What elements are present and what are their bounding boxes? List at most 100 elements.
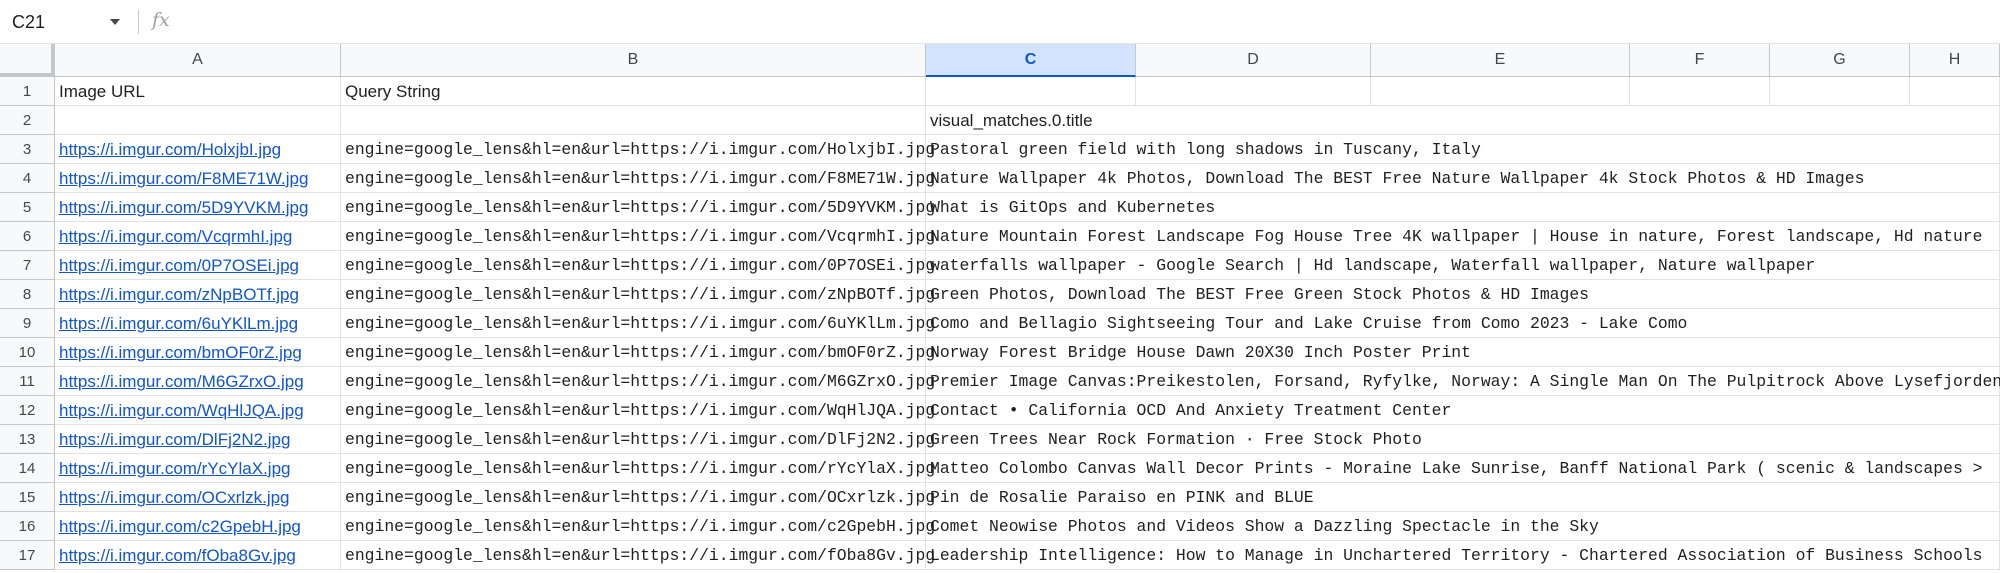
overflow-text-region: Pastoral green field with long shadows i… bbox=[926, 135, 2000, 164]
row-header[interactable]: 6 bbox=[0, 222, 55, 251]
visual-match-title: Comet Neowise Photos and Videos Show a D… bbox=[930, 517, 1599, 536]
image-url-link[interactable]: https://i.imgur.com/fOba8Gv.jpg bbox=[59, 541, 296, 570]
query-string-value: engine=google_lens&hl=en&url=https://i.i… bbox=[345, 256, 936, 275]
cell-b2[interactable] bbox=[341, 106, 926, 135]
row-header[interactable]: 7 bbox=[0, 251, 55, 280]
row-header[interactable]: 12 bbox=[0, 396, 55, 425]
image-url-link[interactable]: https://i.imgur.com/WqHlJQA.jpg bbox=[59, 396, 304, 425]
select-all-corner[interactable] bbox=[0, 44, 55, 77]
image-url-link[interactable]: https://i.imgur.com/VcqrmhI.jpg bbox=[59, 222, 292, 251]
visual-match-title: Pastoral green field with long shadows i… bbox=[930, 140, 1481, 159]
overflow-text-region: Norway Forest Bridge House Dawn 20X30 In… bbox=[926, 338, 2000, 367]
table-row: 5 https://i.imgur.com/5D9YVKM.jpg engine=g… bbox=[0, 193, 2000, 222]
table-row: 1 Image URL Query String bbox=[0, 77, 2000, 106]
cell-g1[interactable] bbox=[1770, 77, 1910, 106]
visual-match-title: Premier Image Canvas:Preikestolen, Forsa… bbox=[930, 372, 2000, 391]
query-string-value: engine=google_lens&hl=en&url=https://i.i… bbox=[345, 140, 936, 159]
fx-icon: fx bbox=[152, 9, 170, 31]
overflow-text-region: Pin de Rosalie Paraiso en PINK and BLUE bbox=[926, 483, 2000, 512]
visual-match-title: Matteo Colombo Canvas Wall Decor Prints … bbox=[930, 459, 1983, 478]
image-url-link[interactable]: https://i.imgur.com/DlFj2N2.jpg bbox=[59, 425, 290, 454]
column-header-g[interactable]: G bbox=[1770, 44, 1910, 77]
overflow-text-region: Nature Mountain Forest Landscape Fog Hou… bbox=[926, 222, 2000, 251]
query-string-value: engine=google_lens&hl=en&url=https://i.i… bbox=[345, 517, 936, 536]
cell-d1[interactable] bbox=[1136, 77, 1371, 106]
image-url-link[interactable]: https://i.imgur.com/c2GpebH.jpg bbox=[59, 512, 301, 541]
formula-bar: C21 fx bbox=[0, 0, 2000, 44]
header-label: Image URL bbox=[59, 82, 145, 101]
row-header[interactable]: 1 bbox=[0, 77, 55, 106]
row-header[interactable]: 13 bbox=[0, 425, 55, 454]
row-header[interactable]: 4 bbox=[0, 164, 55, 193]
table-row: 4 https://i.imgur.com/F8ME71W.jpg engine=g… bbox=[0, 164, 2000, 193]
overflow-text-region: visual_matches.0.title bbox=[926, 106, 2000, 135]
column-header-d[interactable]: D bbox=[1136, 44, 1371, 77]
row-header[interactable]: 17 bbox=[0, 541, 55, 570]
table-row: 14 https://i.imgur.com/rYcYlaX.jpg engine=… bbox=[0, 454, 2000, 483]
name-box-value: C21 bbox=[12, 11, 46, 32]
column-header-row: ABCDEFGH bbox=[0, 44, 2000, 77]
column-header-h[interactable]: H bbox=[1910, 44, 2000, 77]
row-header[interactable]: 11 bbox=[0, 367, 55, 396]
image-url-link[interactable]: https://i.imgur.com/6uYKlLm.jpg bbox=[59, 309, 298, 338]
table-row: 11 https://i.imgur.com/M6GZrxO.jpg engine=… bbox=[0, 367, 2000, 396]
cell-f1[interactable] bbox=[1630, 77, 1770, 106]
overflow-text-region: Contact • California OCD And Anxiety Tre… bbox=[926, 396, 2000, 425]
cell-a2[interactable] bbox=[55, 106, 341, 135]
cell-e1[interactable] bbox=[1371, 77, 1630, 106]
visual-match-title: Nature Wallpaper 4k Photos, Download The… bbox=[930, 169, 1865, 188]
overflow-text-region: Premier Image Canvas:Preikestolen, Forsa… bbox=[926, 367, 2000, 396]
formula-input[interactable] bbox=[190, 8, 1980, 36]
overflow-text-region: Comet Neowise Photos and Videos Show a D… bbox=[926, 512, 2000, 541]
chevron-down-icon[interactable] bbox=[106, 13, 124, 31]
image-url-link[interactable]: https://i.imgur.com/HolxjbI.jpg bbox=[59, 135, 281, 164]
column-header-c[interactable]: C bbox=[926, 44, 1136, 77]
row-header[interactable]: 14 bbox=[0, 454, 55, 483]
column-header-a[interactable]: A bbox=[55, 44, 341, 77]
overflow-text-region: Green Trees Near Rock Formation · Free S… bbox=[926, 425, 2000, 454]
table-row: 17 https://i.imgur.com/fOba8Gv.jpg engine=… bbox=[0, 541, 2000, 570]
visual-match-title: Nature Mountain Forest Landscape Fog Hou… bbox=[930, 227, 1983, 246]
header-label: Query String bbox=[345, 82, 441, 101]
cell-h1[interactable] bbox=[1910, 77, 2000, 106]
visual-match-title: Green Photos, Download The BEST Free Gre… bbox=[930, 285, 1590, 304]
image-url-link[interactable]: https://i.imgur.com/bmOF0rZ.jpg bbox=[59, 338, 302, 367]
column-header-f[interactable]: F bbox=[1630, 44, 1770, 77]
query-string-value: engine=google_lens&hl=en&url=https://i.i… bbox=[345, 343, 936, 362]
query-string-value: engine=google_lens&hl=en&url=https://i.i… bbox=[345, 314, 936, 333]
column-header-e[interactable]: E bbox=[1371, 44, 1630, 77]
image-url-link[interactable]: https://i.imgur.com/M6GZrxO.jpg bbox=[59, 367, 304, 396]
image-url-link[interactable]: https://i.imgur.com/F8ME71W.jpg bbox=[59, 164, 308, 193]
image-url-link[interactable]: https://i.imgur.com/rYcYlaX.jpg bbox=[59, 454, 290, 483]
query-string-value: engine=google_lens&hl=en&url=https://i.i… bbox=[345, 430, 936, 449]
cell-c1[interactable] bbox=[926, 77, 1136, 106]
row-header[interactable]: 15 bbox=[0, 483, 55, 512]
row-header[interactable]: 5 bbox=[0, 193, 55, 222]
visual-match-title: Como and Bellagio Sightseeing Tour and L… bbox=[930, 314, 1688, 333]
visual-match-title: Leadership Intelligence: How to Manage i… bbox=[930, 546, 1983, 565]
field-header-label: visual_matches.0.title bbox=[930, 111, 1093, 130]
overflow-text-region: Nature Wallpaper 4k Photos, Download The… bbox=[926, 164, 2000, 193]
image-url-link[interactable]: https://i.imgur.com/5D9YVKM.jpg bbox=[59, 193, 308, 222]
column-header-b[interactable]: B bbox=[341, 44, 926, 77]
image-url-link[interactable]: https://i.imgur.com/0P7OSEi.jpg bbox=[59, 251, 299, 280]
row-header[interactable]: 9 bbox=[0, 309, 55, 338]
visual-match-title: Contact • California OCD And Anxiety Tre… bbox=[930, 401, 1452, 420]
query-string-value: engine=google_lens&hl=en&url=https://i.i… bbox=[345, 459, 936, 478]
table-row: 9 https://i.imgur.com/6uYKlLm.jpg engine=g… bbox=[0, 309, 2000, 338]
row-header[interactable]: 16 bbox=[0, 512, 55, 541]
image-url-link[interactable]: https://i.imgur.com/zNpBOTf.jpg bbox=[59, 280, 299, 309]
table-row: 13 https://i.imgur.com/DlFj2N2.jpg engine=… bbox=[0, 425, 2000, 454]
overflow-text-region: Como and Bellagio Sightseeing Tour and L… bbox=[926, 309, 2000, 338]
row-header[interactable]: 2 bbox=[0, 106, 55, 135]
table-row: 16 https://i.imgur.com/c2GpebH.jpg engine=… bbox=[0, 512, 2000, 541]
query-string-value: engine=google_lens&hl=en&url=https://i.i… bbox=[345, 227, 936, 246]
row-header[interactable]: 3 bbox=[0, 135, 55, 164]
image-url-link[interactable]: https://i.imgur.com/OCxrlzk.jpg bbox=[59, 483, 290, 512]
table-row: 7 https://i.imgur.com/0P7OSEi.jpg engine=g… bbox=[0, 251, 2000, 280]
row-header[interactable]: 8 bbox=[0, 280, 55, 309]
query-string-value: engine=google_lens&hl=en&url=https://i.i… bbox=[345, 488, 936, 507]
query-string-value: engine=google_lens&hl=en&url=https://i.i… bbox=[345, 198, 936, 217]
table-row: 2 visual_matches.0.title bbox=[0, 106, 2000, 135]
row-header[interactable]: 10 bbox=[0, 338, 55, 367]
